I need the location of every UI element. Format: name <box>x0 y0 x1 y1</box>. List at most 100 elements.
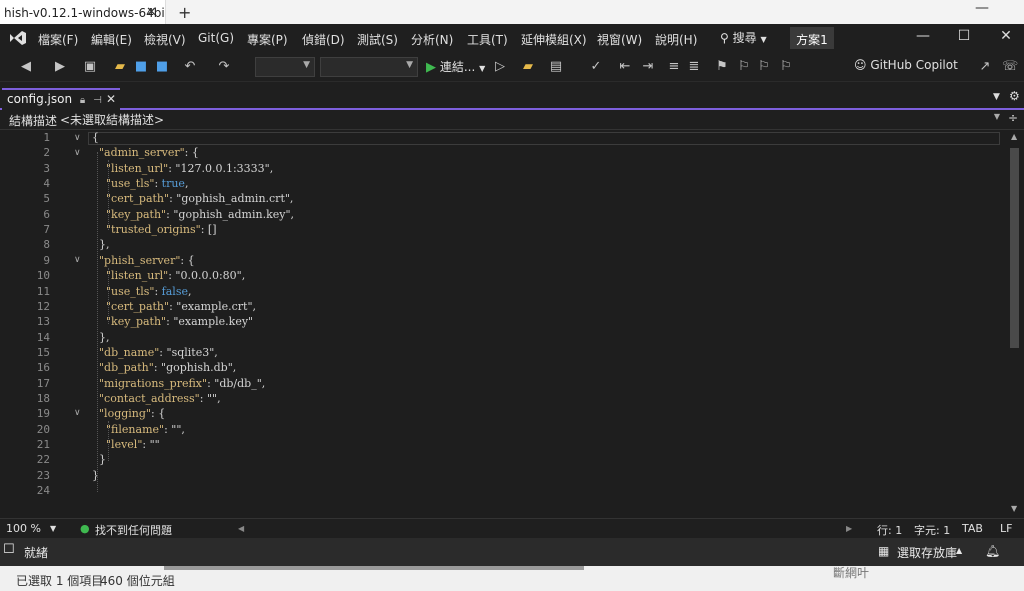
maximize-window-icon[interactable]: ☐ <box>949 28 979 44</box>
configuration-dropdown[interactable]: ▼ <box>255 57 315 77</box>
search-label: 搜尋 <box>732 31 757 45</box>
editor-status-line: 100 % ▼ ● 找不到任何問題 ◀ ▶ 行: 1 字元: 1 TAB LF <box>0 518 1024 538</box>
toolbar: ◀ ▶ ▣ ▰ ■ ■ ↶ ↷ ▼ ▼ ▶ 連結... ▼ ▷ ▰ ▤ ✓ ⇤ … <box>0 52 1024 82</box>
menu-tools[interactable]: 工具(T) <box>467 31 508 48</box>
horizontal-scrollbar-thumb[interactable] <box>164 566 584 570</box>
line-number: 11 <box>36 284 50 298</box>
code-line: }, <box>92 238 110 252</box>
vertical-scrollbar[interactable]: ▲ ▼ <box>1006 130 1024 518</box>
minimize-window-icon[interactable]: — <box>908 28 938 44</box>
code-editor[interactable]: 1 2 3 4 5 6 7 8 9 10 11 12 13 14 15 16 17 18 19 20 21 22 23 24 … <box>0 130 1006 518</box>
undo-icon[interactable]: ↶ <box>182 59 198 75</box>
start-without-debug-icon[interactable]: ▷ <box>492 59 508 75</box>
schema-dropdown[interactable]: <未選取結構描述> ▼ <box>58 111 1004 128</box>
menu-window[interactable]: 視窗(W) <box>597 31 642 48</box>
menu-edit[interactable]: 編輯(E) <box>91 31 132 48</box>
zoom-dropdown-icon[interactable]: ▼ <box>50 524 56 533</box>
select-repository-button[interactable]: 選取存放庫 <box>897 544 957 561</box>
navigate-back-icon[interactable]: ◀ <box>18 59 34 75</box>
previous-bookmark-icon[interactable]: ⚐ <box>736 59 752 75</box>
menu-debug[interactable]: 偵錯(D) <box>302 31 345 48</box>
open-folder-icon[interactable]: ▰ <box>112 59 128 75</box>
line-number: 5 <box>43 192 50 206</box>
save-icon[interactable]: ■ <box>133 59 149 75</box>
close-tab-icon[interactable]: ✕ <box>146 5 157 20</box>
menu-extensions[interactable]: 延伸模組(X) <box>521 31 587 48</box>
line-number: 2 <box>43 146 50 160</box>
notification-bell-icon[interactable]: 🔔︎ <box>985 544 1000 558</box>
menu-analyze[interactable]: 分析(N) <box>411 31 453 48</box>
line-position[interactable]: 行: 1 <box>877 522 902 538</box>
fold-toggle-icon[interactable]: ∨ <box>74 148 81 158</box>
new-project-icon[interactable]: ▣ <box>82 59 98 75</box>
code-line: "level": "" <box>106 438 160 451</box>
format-icon[interactable]: ⇤ <box>617 59 633 75</box>
next-bookmark-icon[interactable]: ⚐ <box>756 59 772 75</box>
output-icon[interactable]: ☐ <box>3 542 15 557</box>
platform-dropdown[interactable]: ▼ <box>320 57 418 77</box>
copilot-label: GitHub Copilot <box>870 58 958 72</box>
scroll-left-icon[interactable]: ◀ <box>238 524 244 533</box>
browser-link-icon[interactable]: ▤ <box>548 59 564 75</box>
close-window-icon[interactable]: ✕ <box>991 28 1021 44</box>
save-all-icon[interactable]: ■ <box>154 59 170 75</box>
minimize-icon[interactable]: — <box>960 0 1004 24</box>
line-number: 19 <box>36 407 50 421</box>
github-copilot-button[interactable]: ☺ GitHub Copilot <box>854 58 958 72</box>
chevron-down-icon: ▼ <box>993 112 1000 121</box>
scroll-right-icon[interactable]: ▶ <box>846 524 852 533</box>
line-number: 24 <box>36 484 50 498</box>
fold-toggle-icon[interactable]: ∨ <box>74 133 81 143</box>
split-editor-icon[interactable]: ÷ <box>1008 111 1018 125</box>
play-icon: ▶ <box>426 60 436 75</box>
indent-icon[interactable]: ⇥ <box>640 59 656 75</box>
new-tab-icon[interactable]: + <box>178 3 191 22</box>
comment-icon[interactable]: ≡ <box>666 59 682 75</box>
no-issues-icon: ● <box>80 522 90 535</box>
clear-bookmarks-icon[interactable]: ⚐ <box>778 59 794 75</box>
solution-button[interactable]: 方案1 <box>790 27 834 49</box>
chevron-down-icon: ▼ <box>760 35 767 44</box>
navigate-forward-icon[interactable]: ▶ <box>52 59 68 75</box>
line-number: 1 <box>43 131 50 144</box>
menu-file[interactable]: 檔案(F) <box>38 31 78 48</box>
menu-view[interactable]: 檢視(V) <box>144 31 186 48</box>
menu-help[interactable]: 說明(H) <box>655 31 697 48</box>
folder-icon[interactable]: ▰ <box>520 59 536 75</box>
scroll-down-icon[interactable]: ▼ <box>1011 504 1017 513</box>
close-icon[interactable]: ✕ <box>106 92 116 106</box>
start-debug-button[interactable]: ▶ 連結... ▼ <box>426 58 485 75</box>
code-line: "phish_server": { <box>99 253 195 267</box>
search-button[interactable]: ⚲ 搜尋 ▼ <box>720 29 767 46</box>
menu-test[interactable]: 測試(S) <box>357 31 398 48</box>
selected-items-count: 已選取 1 個項目 <box>16 574 104 588</box>
line-number: 9 <box>43 253 50 267</box>
menu-project[interactable]: 專案(P) <box>247 31 288 48</box>
line-number: 16 <box>36 361 50 375</box>
uncomment-icon[interactable]: ≣ <box>686 59 702 75</box>
indent-mode[interactable]: TAB <box>962 522 983 535</box>
issues-status[interactable]: 找不到任何問題 <box>95 522 172 538</box>
tab-config-json[interactable]: config.json 🔒︎ ⊣ ✕ <box>2 88 120 110</box>
share-icon[interactable]: ↗ <box>977 59 993 75</box>
fold-toggle-icon[interactable]: ∨ <box>74 408 81 418</box>
column-position[interactable]: 字元: 1 <box>914 522 950 538</box>
redo-icon[interactable]: ↷ <box>216 59 232 75</box>
scroll-up-icon[interactable]: ▲ <box>1011 132 1017 141</box>
explorer-status-bar: 已選取 1 個項目 460 個位元組 斷網叶 <box>0 566 1024 591</box>
pin-icon[interactable]: ⊣ <box>93 95 102 106</box>
spell-check-icon[interactable]: ✓ <box>588 59 604 75</box>
gear-icon[interactable]: ⚙ <box>1009 89 1020 103</box>
feedback-icon[interactable]: ☏ <box>1002 59 1018 75</box>
window-tab[interactable]: hish-v0.12.1-windows-64bi <box>0 0 166 26</box>
bookmark-icon[interactable]: ⚑ <box>714 59 730 75</box>
fold-toggle-icon[interactable]: ∨ <box>74 255 81 265</box>
indent-guide <box>108 160 109 230</box>
zoom-level[interactable]: 100 % <box>6 522 41 535</box>
scrollbar-thumb[interactable] <box>1010 148 1019 348</box>
repository-icon: ▦ <box>878 544 890 558</box>
line-number: 14 <box>36 330 50 344</box>
menu-git[interactable]: Git(G) <box>198 31 234 45</box>
tab-list-chevron-icon[interactable]: ▼ <box>993 92 1000 102</box>
line-ending[interactable]: LF <box>1000 522 1012 535</box>
